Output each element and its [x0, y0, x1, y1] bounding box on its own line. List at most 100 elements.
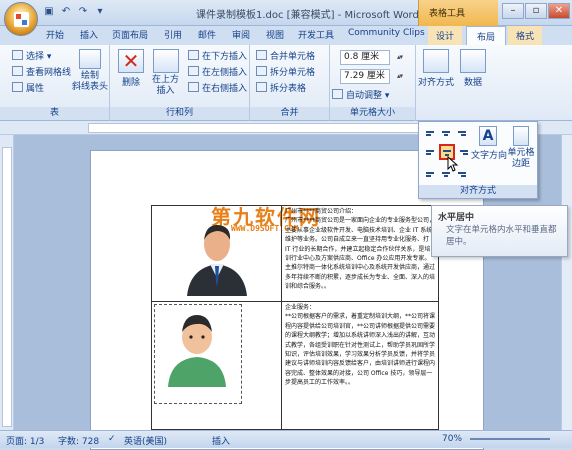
properties-label: 属性: [26, 84, 45, 94]
split-table-label: 拆分表格: [270, 84, 307, 94]
status-word-count[interactable]: 字数: 728: [58, 434, 99, 447]
tab-insert[interactable]: 插入: [80, 28, 98, 41]
tooltip-body: 文字在单元格内水平和垂直都居中。: [446, 225, 557, 247]
insert-above-icon: [152, 49, 179, 73]
insert-left-icon: [188, 66, 199, 76]
cell-margins-label: 单元格 边距: [507, 148, 535, 169]
tab-layout[interactable]: 布局: [466, 26, 507, 46]
text-direction-button[interactable]: A 文字方向: [471, 126, 508, 161]
properties-button[interactable]: 属性: [12, 81, 44, 94]
delete-button[interactable]: ✕ 删除: [118, 49, 144, 88]
zoom-slider[interactable]: [470, 438, 550, 440]
vruler-track: [2, 147, 12, 427]
align-bottom-left-button[interactable]: [423, 166, 437, 178]
cell-height-input[interactable]: 0.8 厘米: [340, 50, 402, 65]
tab-design[interactable]: 设计: [428, 26, 463, 45]
table-cell-image-2[interactable]: [151, 301, 282, 430]
text-direction-label: 文字方向: [471, 151, 508, 161]
table-cell-image[interactable]: [151, 205, 282, 302]
insert-below-label: 在下方插入: [202, 52, 248, 62]
redo-icon[interactable]: ↷: [76, 5, 90, 19]
data-label: 数据: [463, 78, 482, 88]
cartoon-person-image: [168, 315, 226, 387]
table-cell-intro[interactable]: 广州市****商贸公司介绍： 广州市****商贸公司是一家面向企业的专业服务型公…: [281, 205, 439, 302]
auto-fit-label: 自动调整 ▾: [346, 91, 390, 101]
delete-icon: ✕: [118, 49, 144, 73]
tab-view[interactable]: 视图: [266, 28, 284, 41]
minimize-button[interactable]: –: [502, 3, 524, 19]
group-cell-size: 0.8 厘米 7.29 厘米 自动调整 ▾ 单元格大小: [330, 45, 416, 121]
group-rows-cols-title: 行和列: [110, 107, 249, 120]
group-cell-size-title: 单元格大小: [330, 107, 415, 120]
auto-fit-button[interactable]: 自动调整 ▾: [332, 88, 389, 101]
insert-left-button[interactable]: 在左侧插入: [188, 65, 247, 78]
merge-cells-button[interactable]: 合并单元格: [256, 49, 315, 62]
group-alignment: 对齐方式: [416, 45, 456, 121]
customize-qat-icon[interactable]: ▾: [93, 5, 107, 19]
insert-above-label: 在上方 插入: [152, 75, 180, 96]
office-logo-icon: [14, 12, 29, 27]
group-rows-cols: ✕ 删除 在上方 插入 在下方插入 在左侧插入 在右侧插入 行和列: [110, 45, 250, 121]
align-top-right-button[interactable]: [455, 128, 469, 140]
maximize-button[interactable]: ▫: [525, 3, 547, 19]
insert-left-label: 在左侧插入: [202, 68, 248, 78]
insert-right-icon: [188, 82, 199, 92]
mouse-cursor-icon: [447, 156, 459, 172]
ruler-track: [88, 123, 428, 133]
status-insert-mode[interactable]: 插入: [212, 434, 230, 447]
align-top-center-button[interactable]: [439, 128, 453, 140]
status-bar: 页面: 1/3 字数: 728 ✓ 英语(美国) 插入 70%: [0, 430, 572, 448]
alignment-button[interactable]: 对齐方式: [416, 49, 456, 88]
close-button[interactable]: ✕: [548, 3, 570, 19]
data-icon: [460, 49, 486, 73]
cell-width-input[interactable]: 7.29 厘米: [340, 69, 402, 84]
table-row: 企业服务： **公司根据客户的需求，着重定制培训大纲，**公司将课程内容提供给公…: [151, 301, 439, 430]
tooltip-title: 水平居中: [438, 213, 475, 223]
vertical-scrollbar[interactable]: [561, 135, 572, 430]
text-direction-icon: A: [479, 126, 497, 146]
diagonal-header-icon: [79, 49, 101, 69]
insert-right-label: 在右侧插入: [202, 84, 248, 94]
proofing-icon[interactable]: ✓: [108, 434, 116, 444]
status-page[interactable]: 页面: 1/3: [6, 434, 44, 447]
status-zoom[interactable]: 70%: [442, 434, 462, 444]
select-button[interactable]: 选择 ▾: [12, 49, 51, 62]
draw-diagonal-header-button[interactable]: 绘制 斜线表头: [72, 49, 108, 93]
insert-below-button[interactable]: 在下方插入: [188, 49, 247, 62]
align-middle-left-button[interactable]: [423, 146, 437, 158]
view-gridlines-button[interactable]: 查看网格线: [12, 65, 71, 78]
undo-icon[interactable]: ↶: [59, 5, 73, 19]
vertical-ruler[interactable]: [0, 135, 14, 430]
tooltip: 水平居中 文字在单元格内水平和垂直都居中。: [431, 205, 568, 257]
split-table-icon: [256, 82, 267, 92]
tab-format[interactable]: 格式: [508, 26, 543, 45]
save-icon[interactable]: ▣: [42, 5, 56, 19]
split-cells-button[interactable]: 拆分单元格: [256, 65, 315, 78]
tab-developer[interactable]: 开发工具: [298, 28, 334, 41]
align-top-left-button[interactable]: [423, 128, 437, 140]
tab-home[interactable]: 开始: [46, 28, 64, 41]
quick-access-toolbar: ▣ ↶ ↷ ▾: [42, 5, 107, 21]
tab-review[interactable]: 审阅: [232, 28, 250, 41]
office-button[interactable]: [4, 2, 38, 36]
group-table: 选择 ▾ 查看网格线 属性 绘制 斜线表头 表: [0, 45, 110, 121]
tab-page-layout[interactable]: 页面布局: [112, 28, 148, 41]
content-table[interactable]: 广州市****商贸公司介绍： 广州市****商贸公司是一家面向企业的专业服务型公…: [151, 205, 439, 430]
tab-community-clips[interactable]: Community Clips: [348, 28, 425, 38]
group-merge-title: 合并: [250, 107, 329, 120]
ribbon-tabs: 开始 插入 页面布局 引用 邮件 审阅 视图 开发工具 Community Cl…: [0, 26, 572, 46]
cell-margins-icon: [513, 126, 529, 146]
alignment-dropdown: A 文字方向 单元格 边距 对齐方式: [418, 121, 538, 199]
cell-margins-button[interactable]: 单元格 边距: [505, 126, 537, 170]
tab-mailings[interactable]: 邮件: [198, 28, 216, 41]
table-cell-services[interactable]: 企业服务： **公司根据客户的需求，着重定制培训大纲，**公司将课程内容提供给公…: [281, 301, 439, 430]
insert-above-button[interactable]: 在上方 插入: [152, 49, 179, 97]
split-cells-label: 拆分单元格: [270, 68, 316, 78]
insert-right-button[interactable]: 在右侧插入: [188, 81, 247, 94]
status-language[interactable]: 英语(美国): [124, 434, 167, 447]
select-icon: [12, 50, 23, 60]
split-table-button[interactable]: 拆分表格: [256, 81, 306, 94]
tab-references[interactable]: 引用: [164, 28, 182, 41]
align-middle-right-button[interactable]: [457, 146, 471, 158]
data-button[interactable]: 数据: [458, 49, 488, 88]
